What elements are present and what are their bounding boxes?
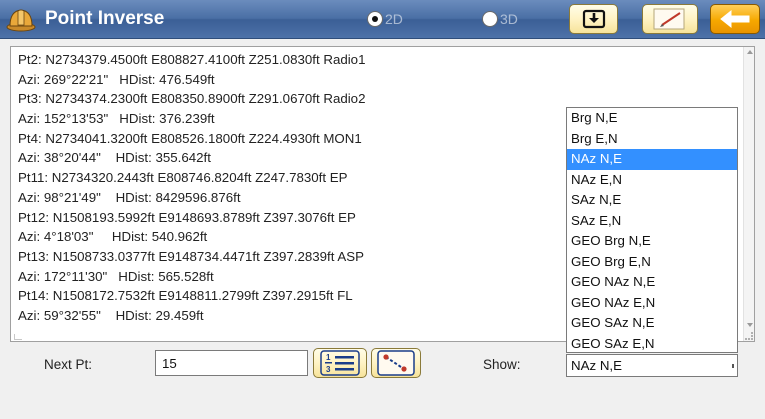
scroll-down-icon[interactable]: [747, 323, 753, 327]
results-text: Pt2: N2734379.4500ft E808827.4100ft Z251…: [18, 50, 365, 326]
result-line: Pt2: N2734379.4500ft E808827.4100ft Z251…: [18, 52, 366, 67]
numbered-list-icon: 1 3: [320, 350, 360, 376]
dropdown-option[interactable]: GEO Brg E,N: [567, 252, 737, 273]
result-line: Azi: 152°13'53" HDist: 376.239ft: [18, 111, 215, 127]
radio-3d-circle[interactable]: [482, 11, 498, 27]
dropdown-option[interactable]: GEO SAz E,N: [567, 334, 737, 355]
pick-on-map-button[interactable]: [371, 348, 421, 378]
show-options-list[interactable]: Brg N,E Brg E,N NAz N,E NAz E,N SAz N,E SAz E…: [566, 107, 738, 353]
result-line: Pt13: N1508733.0377ft E9148734.4471ft Z3…: [18, 248, 364, 264]
scroll-up-icon[interactable]: [747, 50, 753, 54]
horizontal-scroll-marker: [14, 334, 22, 340]
result-line: Pt14: N1508172.7532ft E9148811.2799ft Z3…: [18, 288, 353, 304]
dropdown-arrow-icon[interactable]: [732, 364, 734, 368]
radio-2d-circle[interactable]: [367, 11, 383, 27]
show-select-value: NAz N,E: [571, 358, 622, 373]
next-pt-label: Next Pt:: [44, 357, 93, 372]
save-button[interactable]: [569, 4, 618, 34]
hard-hat-icon: [6, 9, 36, 32]
dropdown-option[interactable]: SAz N,E: [567, 190, 737, 211]
title-bar: Point Inverse 2D 3D: [0, 0, 765, 39]
result-line: Azi: 98°21'49" HDist: 8429596.876ft: [18, 189, 241, 205]
show-select[interactable]: NAz N,E: [566, 354, 738, 377]
result-line: Pt4: N2734041.3200ft E808526.1800ft Z224…: [18, 130, 362, 146]
page-title: Point Inverse: [45, 8, 165, 29]
point-line-icon: [377, 350, 415, 376]
radio-3d-label[interactable]: 3D: [500, 11, 518, 27]
radio-2d-label[interactable]: 2D: [385, 11, 403, 27]
back-button[interactable]: [710, 4, 760, 34]
dropdown-option[interactable]: GEO NAz E,N: [567, 293, 737, 314]
point-list-button[interactable]: 1 3: [313, 348, 367, 378]
dropdown-option[interactable]: GEO Brg N,E: [567, 231, 737, 252]
svg-text:3: 3: [326, 365, 331, 374]
vertical-scrollbar[interactable]: [743, 47, 754, 341]
pencil-edit-icon: [653, 8, 685, 30]
result-line: Pt3: N2734374.2300ft E808350.8900ft Z291…: [18, 91, 366, 107]
dropdown-option[interactable]: NAz E,N: [567, 170, 737, 191]
result-line: Azi: 172°11'30" HDist: 565.528ft: [18, 268, 214, 284]
result-line: Pt11: N2734320.2443ft E808746.8204ft Z24…: [18, 170, 348, 186]
result-line: Azi: 269°22'21" HDist: 476.549ft: [18, 71, 215, 87]
dropdown-option[interactable]: SAz E,N: [567, 211, 737, 232]
radio-3d[interactable]: 3D: [482, 11, 518, 27]
result-line: Azi: 38°20'44" HDist: 355.642ft: [18, 150, 211, 166]
result-line: Pt12: N1508193.5992ft E9148693.8789ft Z3…: [18, 209, 356, 225]
dropdown-option[interactable]: Brg E,N: [567, 129, 737, 150]
svg-text:1: 1: [326, 353, 331, 362]
result-line: Azi: 4°18'03" HDist: 540.962ft: [18, 229, 208, 245]
radio-2d[interactable]: 2D: [367, 11, 403, 27]
dropdown-option[interactable]: GEO NAz N,E: [567, 272, 737, 293]
edit-button[interactable]: [642, 4, 698, 34]
dropdown-option[interactable]: Brg N,E: [567, 108, 737, 129]
show-label: Show:: [483, 357, 521, 372]
back-arrow-icon: [720, 9, 750, 29]
resize-grip-icon[interactable]: [745, 332, 753, 340]
save-to-tray-icon: [582, 9, 605, 29]
dropdown-option[interactable]: NAz N,E: [567, 149, 737, 170]
dropdown-option[interactable]: GEO SAz N,E: [567, 313, 737, 334]
result-line: Azi: 59°32'55" HDist: 29.459ft: [18, 307, 204, 323]
next-pt-input[interactable]: [155, 350, 308, 376]
